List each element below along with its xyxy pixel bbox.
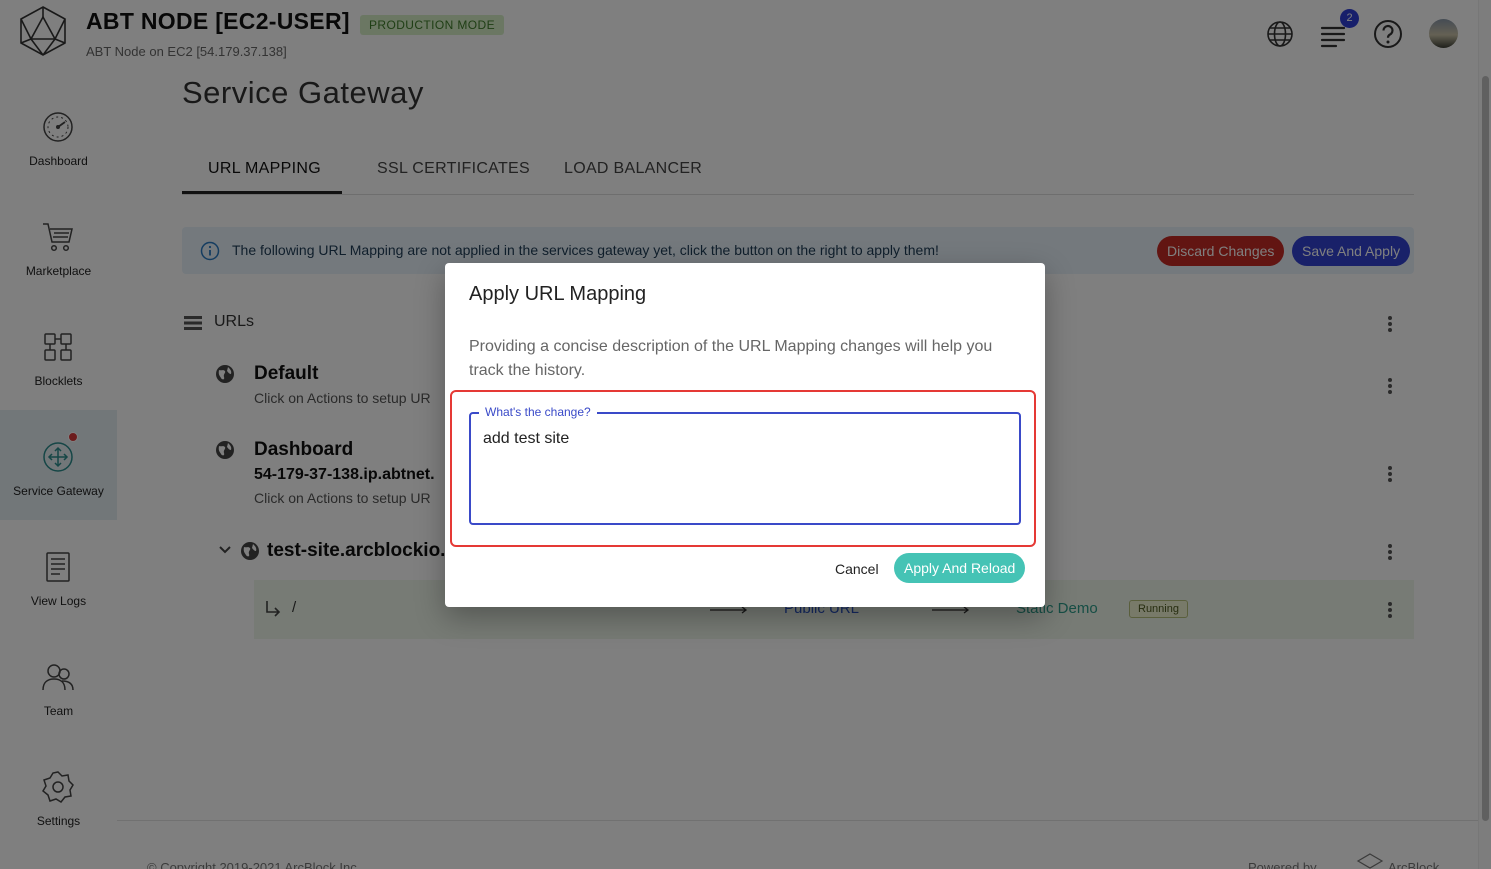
cancel-button[interactable]: Cancel — [825, 554, 889, 584]
dialog-description: Providing a concise description of the U… — [469, 338, 993, 379]
change-description-input[interactable]: add test site — [483, 430, 569, 448]
change-description-field[interactable]: What's the change? add test site — [469, 405, 1021, 525]
apply-url-mapping-dialog: Apply URL Mapping Providing a concise de… — [445, 263, 1045, 607]
field-label: What's the change? — [479, 405, 597, 419]
apply-and-reload-button[interactable]: Apply And Reload — [894, 553, 1026, 583]
dialog-title: Apply URL Mapping — [469, 283, 647, 305]
